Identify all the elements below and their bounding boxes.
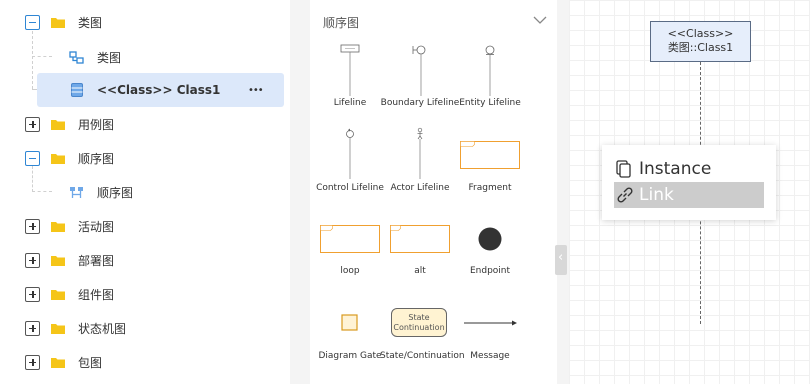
tree-item-label: 部署图: [78, 253, 115, 268]
tree-item-state-machine[interactable]: 状态机图: [0, 311, 290, 345]
tree-item-label: 类图: [78, 15, 103, 30]
tree-item-sequence-child[interactable]: 顺序图: [0, 175, 290, 209]
palette-fragment[interactable]: Fragment: [450, 125, 530, 205]
expand-icon[interactable]: [25, 354, 40, 370]
palette-item-label: Control Lifeline: [316, 183, 384, 193]
folder-icon: [51, 323, 65, 334]
tree-item-class-diagram-child[interactable]: 类图: [0, 40, 290, 74]
expand-icon[interactable]: [25, 286, 40, 302]
menu-item-label: Link: [639, 185, 674, 205]
menu-item-link[interactable]: Link: [614, 182, 764, 208]
tree-item-label: 用例图: [78, 117, 115, 132]
collapse-panel-handle[interactable]: ‹: [555, 245, 567, 275]
tree-item-class-diagram[interactable]: 类图: [0, 5, 290, 39]
palette-item-label: alt: [414, 266, 426, 276]
tree-item-class1[interactable]: <<Class>> Class1 •••: [0, 73, 290, 107]
folder-icon: [51, 119, 65, 130]
folder-icon: [51, 17, 65, 28]
palette-endpoint[interactable]: Endpoint: [450, 210, 530, 290]
expand-icon[interactable]: [25, 116, 40, 132]
palette-item-label: Diagram Gate: [318, 351, 382, 361]
palette-item-label: Boundary Lifeline: [380, 98, 460, 108]
state-continuation-icon: State Continuation: [391, 308, 447, 337]
boundary-lifeline-icon: [412, 45, 426, 96]
palette-entity-lifeline[interactable]: Entity Lifeline: [450, 40, 530, 120]
tree-item-component[interactable]: 组件图: [0, 277, 290, 311]
message-arrow-icon: [464, 320, 517, 326]
palette-actor-lifeline[interactable]: Actor Lifeline: [380, 125, 460, 205]
copy-icon: [616, 160, 631, 178]
palette-title: 顺序图: [323, 16, 360, 30]
actor-lifeline-icon: [417, 127, 423, 179]
palette-state-continuation[interactable]: State Continuation State/Continuation: [380, 295, 465, 375]
more-options-icon[interactable]: •••: [248, 85, 264, 96]
folder-icon: [51, 289, 65, 300]
tree-item-package[interactable]: 包图: [0, 345, 290, 379]
palette-message[interactable]: Message: [450, 295, 530, 375]
model-tree-panel: 类图 类图 <<Class>> Class1 ••• 用例图 顺序图 顺序图 活…: [0, 0, 290, 384]
palette-lifeline[interactable]: Lifeline: [310, 40, 390, 120]
palette-item-label: Lifeline: [333, 98, 367, 108]
tree-item-label: 顺序图: [78, 151, 115, 166]
loop-fragment-icon: [320, 225, 380, 253]
tree-item-label: 活动图: [78, 219, 115, 234]
palette-boundary-lifeline[interactable]: Boundary Lifeline: [380, 40, 460, 120]
palette-loop[interactable]: loop: [310, 210, 390, 290]
palette-item-label: State/Continuation: [380, 351, 465, 361]
diagram-canvas[interactable]: <<Class>> 类图::Class1 Instance Link: [569, 0, 810, 384]
panel-divider: [290, 0, 310, 384]
lifeline-icon: [340, 44, 360, 96]
palette-item-label: Message: [470, 351, 510, 361]
expand-icon[interactable]: [25, 252, 40, 268]
context-menu: Instance Link: [602, 145, 776, 220]
expand-icon[interactable]: [25, 320, 40, 336]
tree-item-deployment[interactable]: 部署图: [0, 243, 290, 277]
alt-fragment-icon: [390, 225, 450, 253]
folder-icon: [51, 357, 65, 368]
menu-item-instance[interactable]: Instance: [614, 156, 764, 182]
tree-item-label: <<Class>> Class1: [97, 83, 221, 97]
control-lifeline-icon: [346, 128, 354, 179]
class-icon: [71, 83, 83, 97]
collapse-icon[interactable]: [25, 150, 40, 166]
class-diagram-icon: [69, 50, 84, 64]
fragment-icon: [460, 141, 520, 169]
palette-item-label: Entity Lifeline: [459, 98, 521, 108]
chevron-left-icon: ‹: [558, 250, 564, 265]
folder-icon: [51, 255, 65, 266]
palette-diagram-gate[interactable]: Diagram Gate: [310, 295, 390, 375]
tree-item-use-case[interactable]: 用例图: [0, 107, 290, 141]
palette-alt[interactable]: alt: [380, 210, 460, 290]
folder-icon: [51, 153, 65, 164]
tree-item-sequence[interactable]: 顺序图: [0, 141, 290, 175]
tree-item-activity[interactable]: 活动图: [0, 209, 290, 243]
tree-item-label: 类图: [97, 50, 122, 65]
expand-icon[interactable]: [25, 218, 40, 234]
tree-item-label: 顺序图: [97, 185, 134, 200]
folder-icon: [51, 221, 65, 232]
tree-item-label: 包图: [78, 355, 103, 370]
diagram-gate-icon: [341, 314, 358, 331]
menu-item-label: Instance: [639, 159, 712, 179]
chevron-down-icon[interactable]: [532, 12, 548, 28]
palette-control-lifeline[interactable]: Control Lifeline: [310, 125, 390, 205]
tree-item-label: 状态机图: [78, 321, 127, 336]
palette-item-label: loop: [340, 266, 360, 276]
class-stereotype: <<Class>>: [667, 27, 734, 40]
shape-palette: 顺序图 Lifeline Boundary Lifeline Entity Li…: [310, 0, 557, 384]
panel-divider: [557, 0, 569, 384]
entity-lifeline-icon: [485, 45, 495, 96]
tree-item-label: 组件图: [78, 287, 115, 302]
link-icon: [617, 187, 633, 203]
class-lifeline-head[interactable]: <<Class>> 类图::Class1: [650, 21, 751, 62]
collapse-icon[interactable]: [25, 14, 40, 30]
endpoint-icon: [478, 227, 502, 251]
class-name: 类图::Class1: [667, 41, 734, 54]
sequence-diagram-icon: [70, 186, 83, 198]
palette-item-label: Actor Lifeline: [390, 183, 450, 193]
palette-item-label: Fragment: [468, 183, 512, 193]
palette-item-label: Endpoint: [469, 266, 511, 276]
